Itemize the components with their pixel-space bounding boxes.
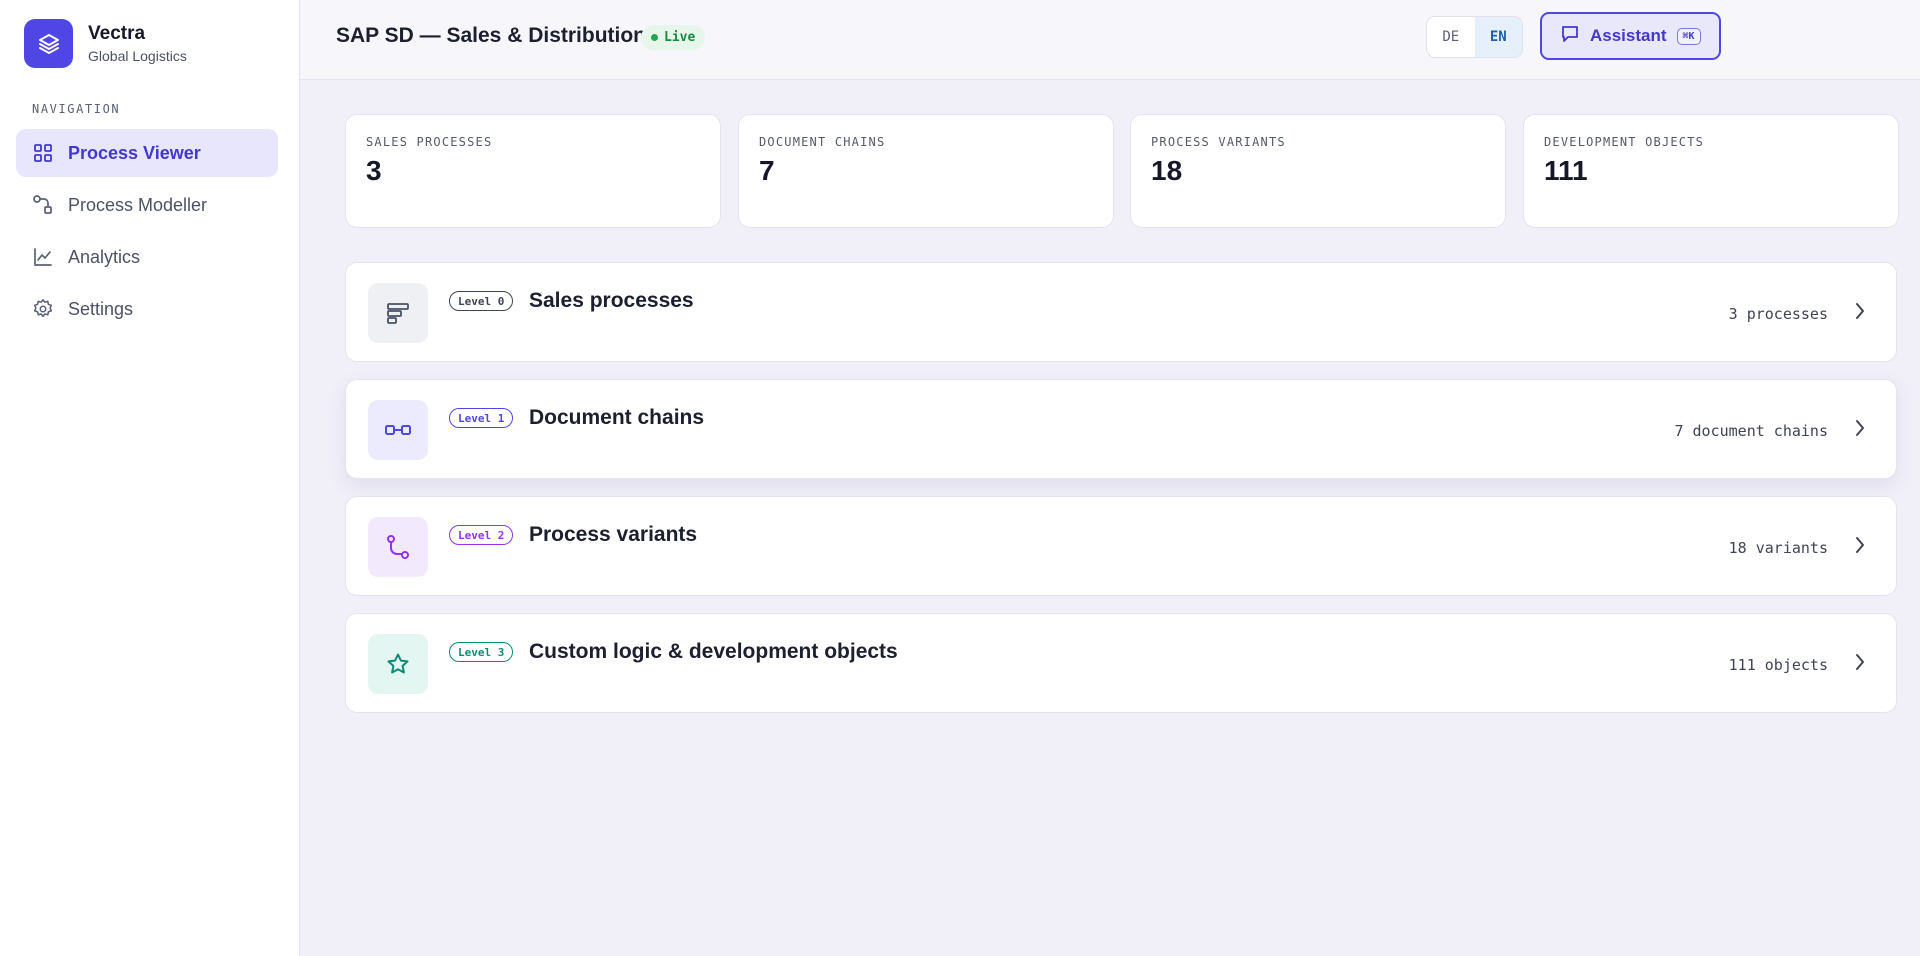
stat-value: 3 <box>366 155 382 186</box>
language-switch: DE EN <box>1426 16 1523 58</box>
branch-icon <box>368 517 428 577</box>
chevron-right-icon <box>1850 535 1870 555</box>
page-title: SAP SD — Sales & Distribution <box>336 24 647 47</box>
stat-value: 111 <box>1544 155 1588 186</box>
level-count: 7 document chains <box>1674 422 1828 440</box>
stat-label: DEVELOPMENT OBJECTS <box>1544 135 1705 149</box>
sidebar-item-process-viewer[interactable]: Process Viewer <box>16 129 278 177</box>
sidebar-item-label: Process Modeller <box>68 194 208 215</box>
stat-value: 18 <box>1151 155 1183 186</box>
level-badge: Level 0 <box>449 291 514 311</box>
sidebar: Vectra Global Logistics NAVIGATION Proce… <box>0 0 300 956</box>
level-title: Custom logic & development objects <box>529 640 898 663</box>
assistant-shortcut: ⌘K <box>1676 27 1701 45</box>
chevron-right-icon <box>1850 652 1870 672</box>
brand[interactable]: Vectra Global Logistics <box>24 19 187 68</box>
level-title: Document chains <box>529 406 705 429</box>
brand-name: Vectra <box>88 22 146 44</box>
status-label: Live <box>664 30 696 45</box>
level-badge: Level 2 <box>449 525 514 545</box>
sidebar-item-label: Settings <box>68 298 134 319</box>
level-title: Process variants <box>529 523 698 546</box>
live-dot-icon <box>651 34 658 41</box>
level-row-sales-processes[interactable]: Level 0 Sales processes 3 processes <box>345 262 1897 362</box>
stat-card-process-variants: PROCESS VARIANTS 18 <box>1130 114 1506 228</box>
assistant-button[interactable]: Assistant ⌘K <box>1540 12 1721 60</box>
language-en-button[interactable]: EN <box>1474 17 1522 57</box>
brand-subtitle: Global Logistics <box>88 47 187 64</box>
level-row-process-variants[interactable]: Level 2 Process variants 18 variants <box>345 496 1897 596</box>
chevron-right-icon <box>1850 418 1870 438</box>
chat-bubble-icon <box>1560 24 1580 49</box>
nav-heading: NAVIGATION <box>32 102 121 116</box>
sidebar-item-label: Analytics <box>68 246 141 267</box>
star-icon <box>368 634 428 694</box>
level-row-document-chains[interactable]: Level 1 Document chains 7 document chain… <box>345 379 1897 479</box>
sidebar-item-process-modeller[interactable]: Process Modeller <box>16 181 278 229</box>
sidebar-item-settings[interactable]: Settings <box>16 285 278 333</box>
layers-logo-icon <box>24 19 73 68</box>
gear-icon <box>32 298 54 320</box>
chevron-right-icon <box>1850 301 1870 321</box>
line-chart-icon <box>32 246 54 268</box>
link-chain-icon <box>368 400 428 460</box>
level-count: 3 processes <box>1728 305 1828 323</box>
level-badge: Level 3 <box>449 642 514 662</box>
status-badge: Live <box>641 25 706 50</box>
flow-shapes-icon <box>32 194 54 216</box>
bars-icon <box>368 283 428 343</box>
level-row-development-objects[interactable]: Level 3 Custom logic & development objec… <box>345 613 1897 713</box>
level-title: Sales processes <box>529 289 694 312</box>
grid-icon <box>32 142 54 164</box>
level-count: 111 objects <box>1728 656 1828 674</box>
stat-card-development-objects: DEVELOPMENT OBJECTS 111 <box>1523 114 1899 228</box>
sidebar-nav: Process Viewer Process Modeller Analytic… <box>16 129 278 337</box>
assistant-label: Assistant <box>1590 26 1667 45</box>
sidebar-item-analytics[interactable]: Analytics <box>16 233 278 281</box>
level-badge: Level 1 <box>449 408 514 428</box>
stat-label: DOCUMENT CHAINS <box>759 135 886 149</box>
language-de-button[interactable]: DE <box>1427 17 1475 57</box>
stat-card-document-chains: DOCUMENT CHAINS 7 <box>738 114 1114 228</box>
stat-value: 7 <box>759 155 775 186</box>
stat-label: SALES PROCESSES <box>366 135 493 149</box>
level-count: 18 variants <box>1728 539 1828 557</box>
stat-card-sales-processes: SALES PROCESSES 3 <box>345 114 721 228</box>
sidebar-item-label: Process Viewer <box>68 142 201 163</box>
top-header: SAP SD — Sales & Distribution Live DE EN… <box>300 0 1920 80</box>
stat-label: PROCESS VARIANTS <box>1151 135 1286 149</box>
